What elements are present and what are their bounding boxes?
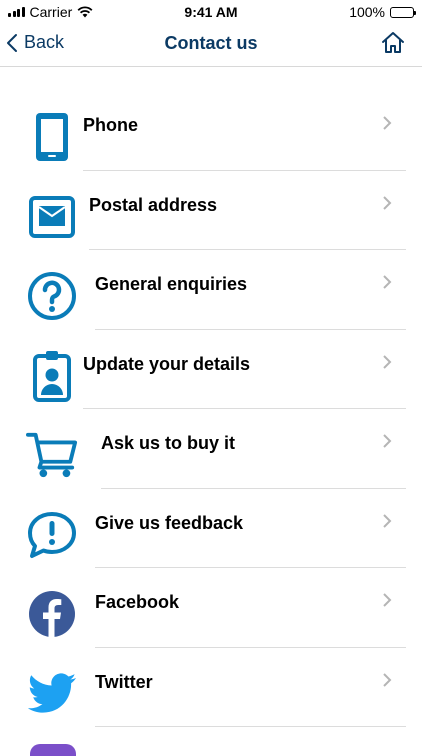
chevron-right-icon [383,672,392,687]
next-item-icon-partial [30,744,76,756]
question-icon [26,270,78,322]
list-item-label: General enquiries [95,274,248,294]
home-icon[interactable] [380,30,406,56]
chevron-right-icon [383,513,392,528]
status-right: 100% [349,4,416,20]
chevron-right-icon [383,593,392,607]
list-item-label: Twitter [95,671,153,692]
row-divider [95,726,406,727]
feedback-icon [26,509,78,561]
battery-percent: 100% [349,4,385,20]
chevron-right-icon [383,275,392,289]
page-title: Contact us [164,33,258,53]
list-item-phone[interactable]: Phone [0,91,422,171]
list-item-ask-us-to-buy-it[interactable]: Ask us to buy it [0,409,422,489]
list-item-facebook[interactable]: Facebook [0,568,422,648]
list-item-give-us-feedback[interactable]: Give us feedback [0,489,422,568]
list-item-twitter[interactable]: Twitter [0,648,422,727]
list-item-label: Update your details [83,353,251,374]
twitter-icon [26,668,78,720]
list-item-label: Phone [83,115,139,135]
status-bar: Carrier 9:41 AM 100% [0,0,422,24]
battery-icon [390,6,416,18]
phone-icon [26,111,78,163]
chevron-right-icon [383,434,392,448]
cart-icon [26,429,78,481]
list-item-update-your-details[interactable]: Update your details [0,330,422,409]
mail-icon [26,191,78,243]
list-item-general-enquiries[interactable]: General enquiries [0,250,422,330]
nav-bar: Back Contact us [0,24,422,67]
chevron-right-icon [383,354,392,369]
list-item-label: Ask us to buy it [101,433,236,453]
list-item-label: Postal address [89,194,218,215]
chevron-right-icon [383,116,392,130]
list-item-label: Give us feedback [95,512,244,533]
list-item-postal-address[interactable]: Postal address [0,171,422,250]
chevron-right-icon [383,195,392,210]
contact-list: Phone Postal address General enquiries U… [0,91,422,727]
list-item-label: Facebook [95,592,180,612]
id-badge-icon [26,350,78,402]
facebook-icon [26,588,78,640]
